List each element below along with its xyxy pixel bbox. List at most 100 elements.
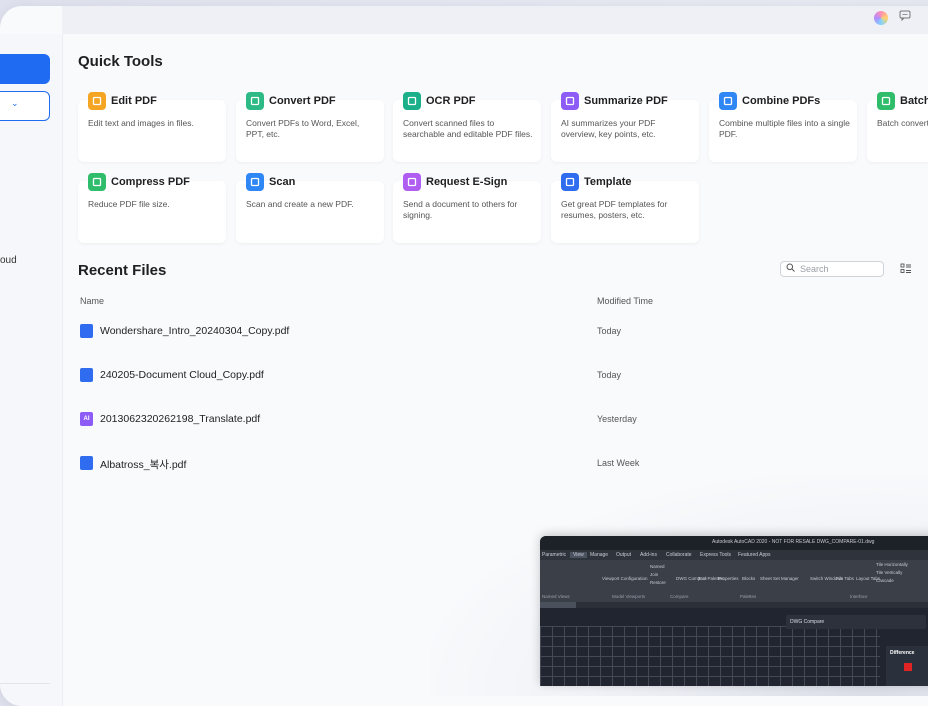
tool-card-description: Batch convert PDFs, etc. <box>877 118 928 128</box>
tool-card-scan[interactable]: Scan Scan and create a new PDF. <box>236 173 384 243</box>
preview-tab: Output <box>616 552 632 558</box>
scan-icon <box>246 173 264 191</box>
template-icon <box>561 173 579 191</box>
preview-ribbon-group: Model Viewports <box>612 594 646 599</box>
autocad-preview-image: Autodesk AutoCAD 2020 - NOT FOR RESALE D… <box>540 536 928 686</box>
batch-icon <box>877 92 895 110</box>
preview-ribbon-button: Sheet Set Manager <box>760 576 799 581</box>
tool-card-compress-pdf[interactable]: Compress PDF Reduce PDF file size. <box>78 173 226 243</box>
preview-difference-swatch <box>904 663 912 671</box>
tool-card-title: Convert PDF <box>269 95 336 107</box>
tool-card-description: Scan and create a new PDF. <box>246 199 354 209</box>
sidebar-item-cloud[interactable]: oud <box>0 255 17 266</box>
file-modified-time: Yesterday <box>597 414 637 424</box>
tool-card-title: Template <box>584 176 632 188</box>
tool-card-summarize-pdf[interactable]: Summarize PDF AI summarizes your PDF over… <box>551 92 699 162</box>
app-window: ⌄ oud Quick Tools Edit PDF Edit text and … <box>0 6 928 706</box>
file-row[interactable]: Wondershare_Intro_20240304_Copy.pdf Today <box>62 311 928 351</box>
file-name: Wondershare_Intro_20240304_Copy.pdf <box>100 325 290 337</box>
preview-tab: Parametric <box>542 552 567 558</box>
tool-card-title: Batch <box>900 95 928 107</box>
preview-titlebar: Autodesk AutoCAD 2020 - NOT FOR RESALE D… <box>540 536 928 550</box>
list-view-icon[interactable] <box>900 263 912 277</box>
preview-tab: View <box>570 552 587 558</box>
tool-card-esign[interactable]: Request E-Sign Send a document to others … <box>393 173 541 243</box>
create-button[interactable] <box>0 54 50 84</box>
preview-ribbon-group: Compare <box>670 594 689 599</box>
preview-ribbon-group: Palettes <box>740 594 757 599</box>
tool-card-batch[interactable]: Batch Batch convert PDFs, etc. <box>867 92 928 162</box>
file-modified-time: Last Week <box>597 458 640 468</box>
preview-ribbon-button: Viewport Configuration <box>602 576 648 581</box>
pdf-file-icon <box>80 368 93 382</box>
tool-card-combine-pdfs[interactable]: Combine PDFs Combine multiple files into … <box>709 92 857 162</box>
edit-pdf-icon <box>88 92 106 110</box>
column-header-modified[interactable]: Modified Time <box>597 296 653 306</box>
file-row[interactable]: 240205-Document Cloud_Copy.pdf Today <box>62 355 928 395</box>
preview-ribbon-button: File Tabs <box>836 576 854 581</box>
preview-ribbon-button: Blocks <box>742 576 756 581</box>
tool-card-title: OCR PDF <box>426 95 476 107</box>
preview-drawing-grid <box>540 626 880 686</box>
file-name: 2013062320262198_Translate.pdf <box>100 413 261 425</box>
pdf-file-icon <box>80 456 93 470</box>
preview-ribbon-button: Properties <box>718 576 739 581</box>
tool-card-description: Convert scanned files to searchable and … <box>403 118 533 139</box>
preview-ribbon-button: Tile Vertically <box>876 570 903 575</box>
combine-pdfs-icon <box>719 92 737 110</box>
search-placeholder: Search <box>800 264 829 274</box>
title-bar <box>62 6 928 34</box>
tool-card-title: Compress PDF <box>111 176 190 188</box>
tool-card-edit-pdf[interactable]: Edit PDF Edit text and images in files. <box>78 92 226 162</box>
tool-card-ocr-pdf[interactable]: OCR PDF Convert scanned files to searchab… <box>393 92 541 162</box>
summarize-pdf-icon <box>561 92 579 110</box>
pdf-file-icon: AI <box>80 412 93 426</box>
column-header-name[interactable]: Name <box>80 296 104 306</box>
ocr-pdf-icon <box>403 92 421 110</box>
file-name: 240205-Document Cloud_Copy.pdf <box>100 369 264 381</box>
sidebar-divider <box>0 683 50 684</box>
convert-pdf-icon <box>246 92 264 110</box>
preview-ribbon-button: Tile Horizontally <box>876 562 908 567</box>
preview-tab: Collaborate <box>666 552 692 558</box>
esign-icon <box>403 173 421 191</box>
tool-card-template[interactable]: Template Get great PDF templates for resu… <box>551 173 699 243</box>
preview-ribbon-button: Named <box>650 564 665 569</box>
tool-card-title: Combine PDFs <box>742 95 821 107</box>
tool-card-title: Edit PDF <box>111 95 157 107</box>
chevron-down-icon: ⌄ <box>11 98 19 108</box>
preview-compare-label: DWG Compare <box>790 619 825 625</box>
preview-difference-label: Difference <box>890 650 915 656</box>
search-icon <box>786 263 795 275</box>
search-input[interactable]: Search <box>780 261 884 277</box>
tool-card-title: Summarize PDF <box>584 95 668 107</box>
tool-card-description: Send a document to others for signing. <box>403 199 518 220</box>
quick-tools-title: Quick Tools <box>78 53 163 70</box>
preview-ribbon-group: Interface <box>850 594 868 599</box>
file-row[interactable]: AI 2013062320262198_Translate.pdf Yesterda… <box>62 399 928 439</box>
compress-pdf-icon <box>88 173 106 191</box>
preview-ribbon-group: Named Views <box>542 594 570 599</box>
file-modified-time: Today <box>597 370 622 380</box>
tool-card-description: Convert PDFs to Word, Excel, PPT, etc. <box>246 118 360 139</box>
user-avatar[interactable] <box>874 11 888 25</box>
preview-ribbon-button: Join <box>650 572 659 577</box>
preview-ribbon: Viewport Configuration Named Join Restore DW… <box>540 560 928 602</box>
open-button[interactable]: ⌄ <box>0 91 50 121</box>
file-modified-time: Today <box>597 326 622 336</box>
file-name: Albatross_복사.pdf <box>100 459 187 471</box>
preview-tabs: Parametric View Manage Output Add-ins Collabo… <box>540 550 928 560</box>
preview-tab: Featured Apps <box>738 552 771 558</box>
tool-card-description: Combine multiple files into a single PDF… <box>719 118 850 139</box>
preview-tab: Manage <box>590 552 609 558</box>
preview-tab: Add-ins <box>640 552 657 558</box>
tool-card-convert-pdf[interactable]: Convert PDF Convert PDFs to Word, Excel, … <box>236 92 384 162</box>
pdf-file-icon <box>80 324 93 338</box>
tool-card-title: Request E-Sign <box>426 176 508 188</box>
sidebar: ⌄ oud <box>0 34 63 706</box>
preview-title: Autodesk AutoCAD 2020 - NOT FOR RESALE D… <box>712 539 875 545</box>
feedback-icon[interactable] <box>899 10 913 24</box>
preview-tab: Express Tools <box>700 552 732 558</box>
recent-files-title: Recent Files <box>78 262 167 279</box>
tool-card-description: Reduce PDF file size. <box>88 199 170 209</box>
